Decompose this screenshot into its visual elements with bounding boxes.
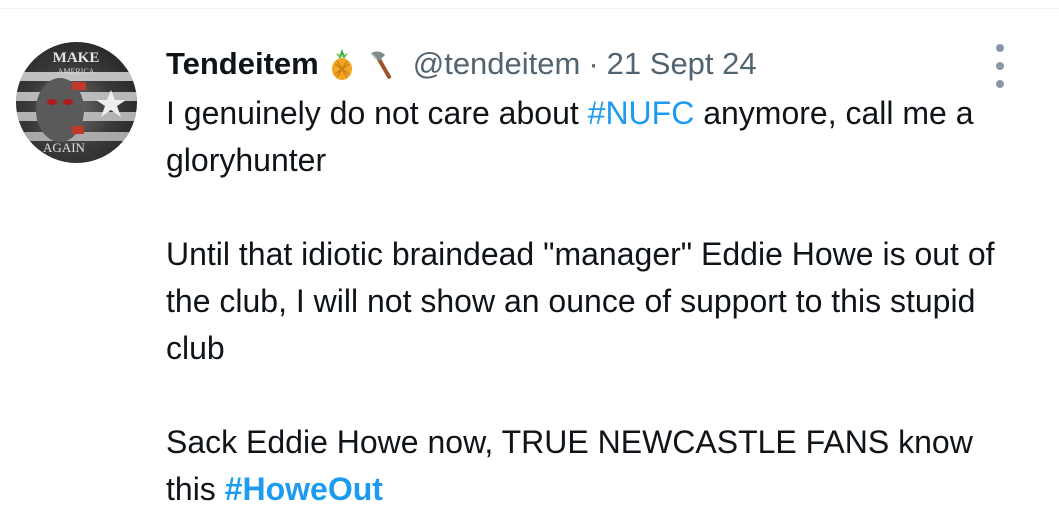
more-options-icon[interactable] (990, 44, 1010, 88)
tweet-date[interactable]: 21 Sept 24 (607, 44, 757, 84)
avatar-small-text: AMERICA (58, 67, 95, 76)
avatar-bottom-text: AGAIN (43, 140, 85, 155)
pineapple-emoji (325, 47, 359, 81)
divider (0, 8, 1059, 9)
paragraph-1: I genuinely do not care about #NUFC anym… (166, 90, 1026, 184)
hashtag-nufc[interactable]: #NUFC (588, 95, 695, 131)
separator-dot: · (588, 46, 599, 81)
display-name[interactable]: Tendeitem (166, 44, 319, 84)
avatar-top-text: MAKE (53, 50, 100, 66)
paragraph-3: Sack Eddie Howe now, TRUE NEWCASTLE FANS… (166, 419, 1026, 513)
more-dot (996, 44, 1004, 52)
more-dot (996, 80, 1004, 88)
text-span: I genuinely do not care about (166, 95, 588, 131)
tweet-header: Tendeitem @tendeitem · 21 Sept 24 (166, 36, 1026, 92)
tweet: Tendeitem @tendeitem · 21 Sept 24 I genu… (166, 36, 1026, 513)
tweet-text: I genuinely do not care about #NUFC anym… (166, 90, 1026, 513)
avatar[interactable]: MAKE AMERICA AGAIN (16, 42, 137, 163)
axe-emoji (365, 47, 399, 81)
avatar-image: MAKE AMERICA AGAIN (16, 50, 137, 155)
paragraph-2: Until that idiotic braindead "manager" E… (166, 236, 995, 366)
hashtag-howeout[interactable]: #HoweOut (225, 471, 383, 507)
handle[interactable]: @tendeitem (413, 44, 581, 84)
more-dot (996, 62, 1004, 70)
